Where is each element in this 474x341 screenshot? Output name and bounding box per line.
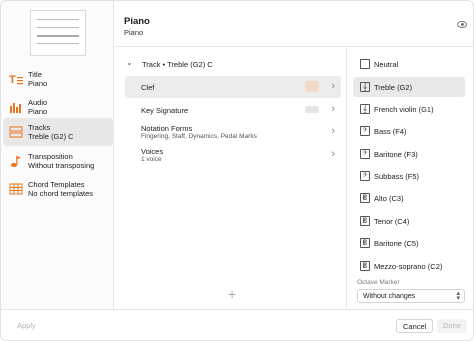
octave-marker-select[interactable]: Without changes ▴ ▾ [357, 289, 465, 303]
apply-button[interactable]: Apply [11, 319, 42, 333]
chevron-down-icon[interactable]: ⌄ [126, 58, 133, 67]
chevron-updown-icon: ▴ ▾ [456, 290, 460, 302]
prop-label: Clef [141, 83, 155, 92]
bass-clef-icon: 𝄢 [360, 149, 370, 159]
clef-option-label: Neutral [374, 60, 399, 69]
key-signature-preview-icon [305, 106, 319, 113]
add-button[interactable]: + [228, 286, 236, 302]
prop-clef[interactable]: Clef › [125, 76, 341, 98]
transposition-icon [9, 154, 23, 168]
c-clef-icon: 𝄡 [360, 216, 370, 226]
prop-voices[interactable]: Voices 1 voice › [125, 144, 341, 166]
chord-templates-icon [9, 182, 23, 196]
chevron-right-icon: › [331, 80, 335, 92]
clef-option-label: Alto (C3) [374, 194, 404, 203]
prop-label: Key Signature [141, 106, 189, 115]
clef-option-label: Treble (G2) [374, 83, 413, 92]
track-properties-panel: ⌄ Track • Treble (G2) C Clef › Key Signa… [115, 48, 347, 309]
sidebar-item-title[interactable]: T Title Piano [3, 65, 113, 93]
prop-detail: 1 voice [141, 156, 162, 163]
prop-key-signature[interactable]: Key Signature › [125, 99, 341, 121]
c-clef-icon: 𝄡 [360, 193, 370, 203]
sidebar-item-label: Transposition [28, 152, 73, 161]
clef-icon [360, 59, 370, 69]
eye-icon[interactable] [457, 21, 467, 28]
sidebar-item-label: Audio [28, 98, 48, 107]
page-subtitle: Piano [124, 28, 144, 37]
clef-option-label: Subbass (F5) [374, 172, 420, 181]
prop-detail: Fingering, Staff, Dynamics, Pedal Marks [141, 133, 257, 140]
sidebar-item-value: Without transposing [28, 161, 95, 170]
sidebar-item-tracks[interactable]: Tracks Treble (G2) C [3, 118, 113, 146]
octave-marker-label: Octave Marker [357, 279, 400, 286]
footer: Apply Cancel Done [1, 309, 473, 340]
clef-option[interactable]: 𝄞 French violin (G1) [353, 99, 465, 119]
bass-clef-icon: 𝄢 [360, 171, 370, 181]
c-clef-icon: 𝄡 [360, 238, 370, 248]
clef-option[interactable]: 𝄢 Bass (F4) [353, 121, 465, 141]
clef-option-label: French violin (G1) [374, 105, 434, 114]
chevron-right-icon: › [331, 125, 335, 137]
sidebar-item-value: No chord templates [28, 189, 94, 198]
sidebar: T Title Piano Audio Piano Tracks Treble … [1, 1, 114, 309]
sidebar-item-label: Chord Templates [28, 180, 85, 189]
prop-label: Notation Forms [141, 124, 193, 133]
page-title: Piano [124, 16, 150, 27]
clef-option[interactable]: 𝄡 Alto (C3) [353, 188, 465, 208]
sidebar-item-value: Piano [28, 107, 48, 116]
sidebar-item-label: Tracks [28, 123, 51, 132]
treble-clef-icon: 𝄞 [360, 104, 370, 114]
title-icon: T [9, 72, 23, 86]
clef-option[interactable]: 𝄡 Baritone (C5) [353, 233, 465, 253]
treble-clef-icon: 𝄞 [360, 82, 370, 92]
clef-option[interactable]: 𝄢 Subbass (F5) [353, 166, 465, 186]
sidebar-item-audio[interactable]: Audio Piano [3, 93, 113, 121]
audio-icon [9, 100, 23, 114]
clef-option[interactable]: 𝄢 Baritone (F3) [353, 144, 465, 164]
score-thumbnail [30, 10, 86, 56]
chevron-right-icon: › [331, 148, 335, 160]
sidebar-item-chord-templates[interactable]: Chord Templates No chord templates [3, 175, 113, 203]
sidebar-item-value: Piano [28, 79, 48, 88]
clef-option-label: Baritone (F3) [374, 150, 418, 159]
track-header-row[interactable]: ⌄ Track • Treble (G2) C [115, 56, 347, 72]
track-label: Track • Treble (G2) C [142, 60, 213, 69]
clef-options-panel: Neutral 𝄞 Treble (G2) 𝄞 French violin (G… [348, 48, 473, 309]
clef-option-label: Bass (F4) [374, 127, 407, 136]
sidebar-item-label: Title [28, 70, 42, 79]
tracks-icon [9, 125, 23, 139]
clef-option-label: Baritone (C5) [374, 239, 419, 248]
clef-option[interactable]: 𝄡 Tenor (C4) [353, 211, 465, 231]
clef-option[interactable]: Neutral [353, 54, 465, 74]
header: Piano Piano [115, 1, 473, 47]
score-settings-window: T Title Piano Audio Piano Tracks Treble … [0, 0, 474, 341]
sidebar-item-value: Treble (G2) C [28, 132, 74, 141]
clef-option-label: Tenor (C4) [374, 217, 410, 226]
sidebar-item-transposition[interactable]: Transposition Without transposing [3, 147, 113, 175]
octave-marker-value: Without changes [363, 293, 416, 300]
svg-text:T: T [9, 74, 16, 86]
clef-option[interactable]: 𝄞 Treble (G2) [353, 77, 465, 97]
bass-clef-icon: 𝄢 [360, 126, 370, 136]
chevron-right-icon: › [331, 103, 335, 115]
prop-label: Voices [141, 147, 164, 156]
clef-preview-icon [305, 81, 319, 92]
c-clef-icon: 𝄡 [360, 261, 370, 271]
clef-option[interactable]: 𝄡 Mezzo-soprano (C2) [353, 256, 465, 276]
cancel-button[interactable]: Cancel [396, 319, 434, 333]
done-button[interactable]: Done [437, 319, 467, 333]
prop-notation-forms[interactable]: Notation Forms Fingering, Staff, Dynamic… [125, 121, 341, 143]
clef-option-label: Mezzo-soprano (C2) [374, 262, 443, 271]
